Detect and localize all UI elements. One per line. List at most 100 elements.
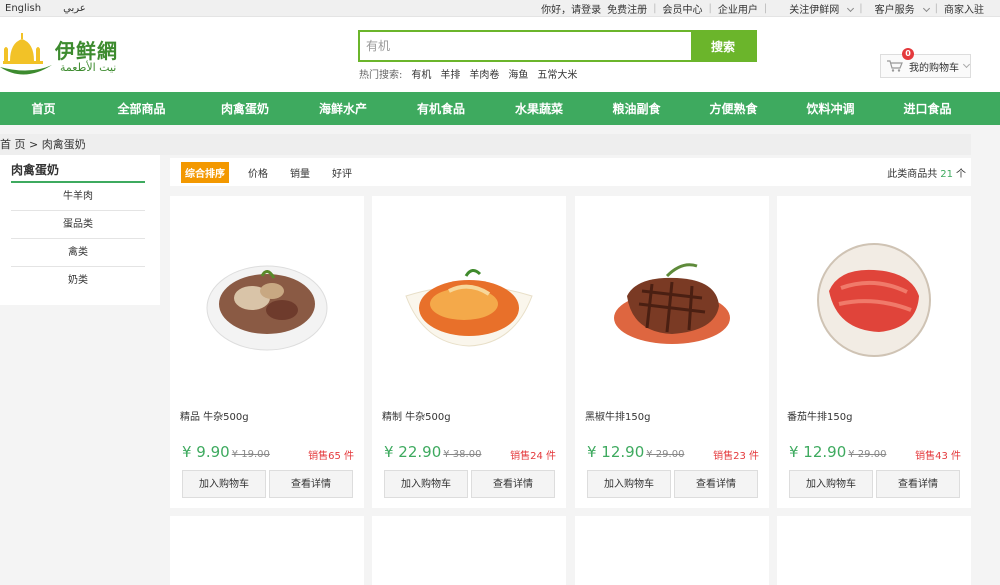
nav-instant-food[interactable]: 方便熟食 [685, 100, 782, 117]
product-card[interactable] [575, 516, 769, 585]
service-label: 客户服务 [874, 4, 915, 16]
nav-grain-oil[interactable]: 粮油副食 [588, 100, 685, 117]
product-card[interactable]: 黑椒牛排150g ¥ 12.90 ¥ 29.00 销售23 件 加入购物车 查看详… [575, 196, 769, 508]
product-image[interactable] [597, 236, 747, 366]
sales-count: 销售24 件 [510, 451, 556, 462]
add-to-cart-button[interactable]: 加入购物车 [182, 470, 266, 498]
sales-count: 销售43 件 [915, 451, 961, 462]
category-sidebar: 肉禽蛋奶 牛羊肉 蛋品类 禽类 奶类 [0, 155, 160, 305]
chevron-down-icon [847, 4, 855, 12]
nav-imported[interactable]: 进口食品 [879, 100, 976, 117]
sidebar-item-poultry[interactable]: 禽类 [11, 239, 145, 267]
main-nav: 首页 全部商品 肉禽蛋奶 海鲜水产 有机食品 水果蔬菜 粮油副食 方便熟食 饮料… [0, 92, 1000, 125]
top-links: 你好，请登录 免费注册 | 会员中心 | 企业用户 | 关注伊鲜网 | 客户服务… [535, 1, 1000, 16]
language-switcher: English عربي [0, 3, 86, 14]
search-button[interactable]: 搜索 [691, 32, 755, 60]
product-name[interactable]: 精品 牛杂500g [180, 408, 249, 423]
product-card[interactable]: 番茄牛排150g ¥ 12.90 ¥ 29.00 销售43 件 加入购物车 查看详… [777, 196, 971, 508]
search-input[interactable] [360, 32, 691, 60]
view-details-button[interactable]: 查看详情 [471, 470, 555, 498]
product-card[interactable] [777, 516, 971, 585]
register-link[interactable]: 免费注册 [607, 1, 653, 16]
total-prefix: 此类商品共 [887, 168, 938, 180]
view-details-button[interactable]: 查看详情 [674, 470, 758, 498]
nav-fruits-vegetables[interactable]: 水果蔬菜 [490, 100, 588, 117]
sales-count: 销售65 件 [308, 451, 354, 462]
product-image[interactable] [799, 236, 949, 366]
price-current: ¥ 9.90 [182, 443, 230, 461]
sort-price[interactable]: 价格 [248, 165, 268, 180]
nav-seafood[interactable]: 海鲜水产 [294, 100, 392, 117]
view-details-button[interactable]: 查看详情 [269, 470, 353, 498]
lang-arabic[interactable]: عربي [63, 3, 86, 14]
sort-bar: 综合排序 价格 销量 好评 此类商品共 21 个 [170, 158, 971, 186]
enterprise-link[interactable]: 企业用户 [712, 1, 764, 16]
hot-term[interactable]: 羊肉卷 [469, 66, 499, 81]
logo-text-ar: نيت الأطعمة [60, 61, 117, 74]
add-to-cart-button[interactable]: 加入购物车 [587, 470, 671, 498]
product-price: ¥ 22.90 ¥ 38.00 [384, 443, 481, 461]
sidebar-item-eggs[interactable]: 蛋品类 [11, 211, 145, 239]
nav-all-products[interactable]: 全部商品 [87, 100, 196, 117]
total-suffix: 个 [956, 168, 966, 180]
price-current: ¥ 12.90 [587, 443, 645, 461]
logo-text-cn: 伊鲜網 [55, 39, 118, 63]
shopping-cart-icon [887, 60, 903, 72]
member-center-link[interactable]: 会员中心 [657, 1, 709, 16]
price-original: ¥ 29.00 [646, 449, 685, 460]
view-details-button[interactable]: 查看详情 [876, 470, 960, 498]
product-name[interactable]: 精制 牛杂500g [382, 408, 451, 423]
sidebar-item-beef-mutton[interactable]: 牛羊肉 [11, 183, 145, 211]
price-original: ¥ 38.00 [443, 449, 482, 460]
lang-english[interactable]: English [5, 3, 41, 14]
product-image[interactable] [192, 236, 342, 366]
cart-button[interactable]: 0 我的购物车 [880, 48, 971, 78]
product-name[interactable]: 黑椒牛排150g [585, 408, 650, 423]
hot-search-label: 热门搜索: [359, 70, 403, 81]
hot-term[interactable]: 海鱼 [508, 66, 528, 81]
follow-label: 关注伊鲜网 [789, 4, 840, 16]
product-card[interactable] [372, 516, 566, 585]
follow-dropdown[interactable]: 关注伊鲜网 [767, 1, 859, 16]
top-bar: English عربي 你好，请登录 免费注册 | 会员中心 | 企业用户 |… [0, 0, 1000, 17]
breadcrumb[interactable]: 首 页 > 肉禽蛋奶 [0, 134, 971, 155]
add-to-cart-button[interactable]: 加入购物车 [384, 470, 468, 498]
chevron-down-icon [962, 60, 971, 68]
hot-term[interactable]: 五常大米 [537, 66, 577, 81]
cart-count-badge: 0 [902, 48, 914, 60]
product-card[interactable]: 精品 牛杂500g ¥ 9.90 ¥ 19.00 销售65 件 加入购物车 查看详… [170, 196, 364, 508]
sales-count: 销售23 件 [713, 451, 759, 462]
price-original: ¥ 19.00 [231, 449, 270, 460]
product-price: ¥ 12.90 ¥ 29.00 [789, 443, 886, 461]
price-current: ¥ 12.90 [789, 443, 847, 461]
product-price: ¥ 12.90 ¥ 29.00 [587, 443, 684, 461]
sort-default[interactable]: 综合排序 [181, 161, 229, 183]
hot-term[interactable]: 羊排 [440, 66, 460, 81]
nav-organic[interactable]: 有机食品 [392, 100, 490, 117]
login-link[interactable]: 你好，请登录 [535, 1, 607, 16]
search-box: 搜索 [358, 30, 757, 62]
hot-search: 热门搜索: 有机 羊排 羊肉卷 海鱼 五常大米 [359, 66, 577, 81]
nav-beverages[interactable]: 饮料冲调 [782, 100, 879, 117]
nav-meat-eggs-dairy[interactable]: 肉禽蛋奶 [196, 100, 294, 117]
mosque-logo-icon [0, 33, 52, 75]
sidebar-item-dairy[interactable]: 奶类 [11, 267, 145, 295]
product-name[interactable]: 番茄牛排150g [787, 408, 852, 423]
nav-home[interactable]: 首页 [0, 100, 87, 117]
header: 伊鲜網 نيت الأطعمة 搜索 热门搜索: 有机 羊排 羊肉卷 海鱼 五常… [0, 17, 1000, 92]
service-dropdown[interactable]: 客户服务 [863, 1, 935, 16]
merchant-link[interactable]: 商家入驻 [938, 1, 990, 16]
product-price: ¥ 9.90 ¥ 19.00 [182, 443, 270, 461]
product-image[interactable] [394, 236, 544, 366]
sort-sales[interactable]: 销量 [290, 165, 310, 180]
hot-term[interactable]: 有机 [411, 66, 431, 81]
product-image[interactable] [225, 578, 315, 585]
product-card[interactable] [170, 516, 364, 585]
site-logo[interactable]: 伊鲜網 نيت الأطعمة [0, 29, 120, 85]
sidebar-title: 肉禽蛋奶 [11, 161, 145, 183]
add-to-cart-button[interactable]: 加入购物车 [789, 470, 873, 498]
sort-rating[interactable]: 好评 [332, 165, 352, 180]
product-total: 此类商品共 21 个 [887, 165, 966, 180]
product-card[interactable]: 精制 牛杂500g ¥ 22.90 ¥ 38.00 销售24 件 加入购物车 查看… [372, 196, 566, 508]
price-original: ¥ 29.00 [848, 449, 887, 460]
